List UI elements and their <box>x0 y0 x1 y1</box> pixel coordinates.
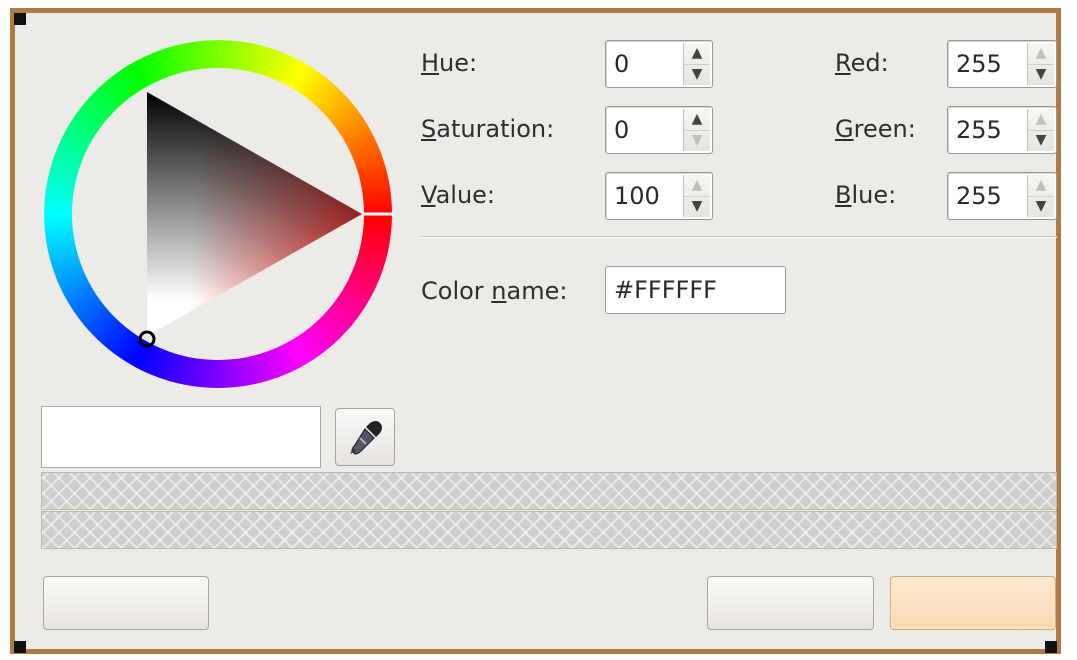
eyedropper-icon <box>350 421 382 455</box>
eyedropper-button[interactable] <box>335 408 395 466</box>
spin-up-icon[interactable]: ▲ <box>1028 109 1054 131</box>
color-name-label: Color name: <box>421 277 568 305</box>
blue-label: Blue: <box>835 181 897 209</box>
saturation-spin-button[interactable]: 0 ▲ ▼ <box>605 106 713 154</box>
spin-up-icon[interactable]: ▲ <box>684 43 710 65</box>
color-name-input[interactable]: #FFFFFF <box>605 266 786 314</box>
window-corner-handle[interactable] <box>1045 641 1057 653</box>
hue-value[interactable]: 0 <box>614 41 629 87</box>
spin-down-icon[interactable]: ▼ <box>684 130 710 151</box>
custom-palette-row[interactable] <box>41 472 1057 510</box>
saturation-value[interactable]: 0 <box>614 107 629 153</box>
spin-up-icon[interactable]: ▲ <box>1028 175 1054 197</box>
spin-up-icon[interactable]: ▲ <box>684 109 710 131</box>
green-value[interactable]: 255 <box>956 107 1002 153</box>
hue-label: Hue: <box>421 49 478 77</box>
blue-value[interactable]: 255 <box>956 173 1002 219</box>
spin-down-icon[interactable]: ▼ <box>684 64 710 85</box>
spin-up-icon[interactable]: ▲ <box>1028 43 1054 65</box>
red-label: Red: <box>835 49 889 77</box>
red-value[interactable]: 255 <box>956 41 1002 87</box>
cancel-button[interactable] <box>707 576 874 630</box>
red-spin-button[interactable]: 255 ▲ ▼ <box>947 40 1057 88</box>
green-label: Green: <box>835 115 916 143</box>
green-spin-button[interactable]: 255 ▲ ▼ <box>947 106 1057 154</box>
ok-button[interactable] <box>890 576 1056 630</box>
window-corner-handle[interactable] <box>14 641 26 653</box>
hue-spin-button[interactable]: 0 ▲ ▼ <box>605 40 713 88</box>
help-button[interactable] <box>43 576 209 630</box>
window-corner-handle[interactable] <box>14 13 26 25</box>
value-value[interactable]: 100 <box>614 173 660 219</box>
separator <box>421 236 1057 238</box>
current-color-swatch <box>41 406 321 468</box>
saturation-label: Saturation: <box>421 115 555 143</box>
blue-spin-button[interactable]: 255 ▲ ▼ <box>947 172 1057 220</box>
spin-down-icon[interactable]: ▼ <box>1028 64 1054 85</box>
spin-down-icon[interactable]: ▼ <box>1028 130 1054 151</box>
value-label: Value: <box>421 181 495 209</box>
hsv-color-wheel[interactable] <box>44 40 394 390</box>
spin-up-icon[interactable]: ▲ <box>684 175 710 197</box>
spin-down-icon[interactable]: ▼ <box>684 196 710 217</box>
spin-down-icon[interactable]: ▼ <box>1028 196 1054 217</box>
custom-palette-row[interactable] <box>41 511 1057 549</box>
value-spin-button[interactable]: 100 ▲ ▼ <box>605 172 713 220</box>
